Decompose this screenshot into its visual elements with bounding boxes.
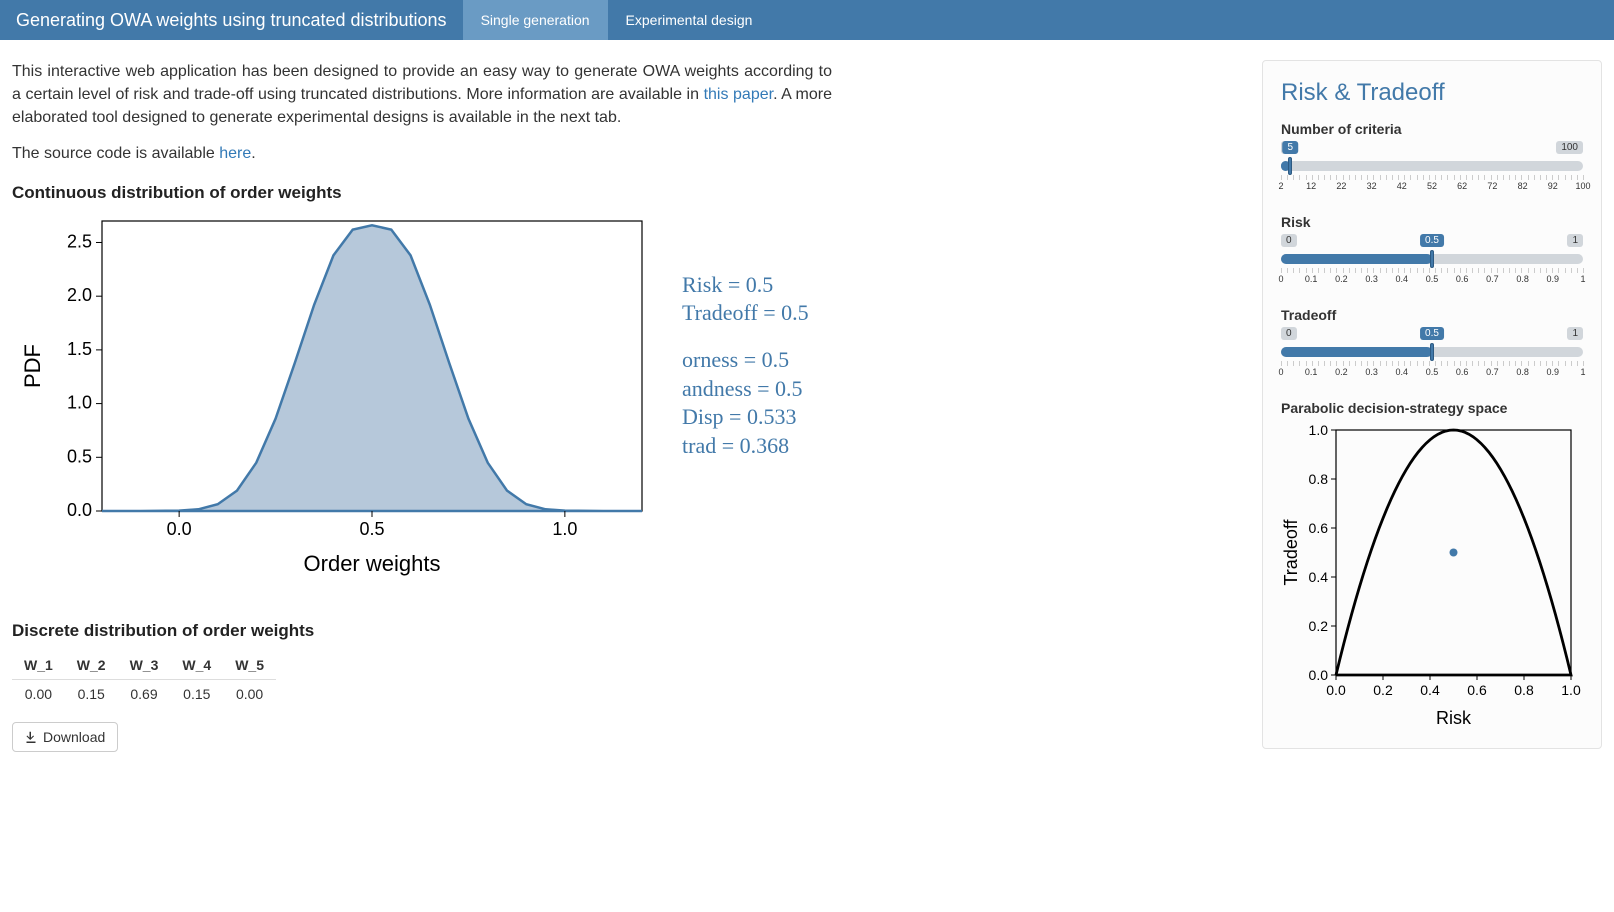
table-row: 0.000.150.690.150.00 xyxy=(12,679,276,708)
stat-orness: orness = 0.5 xyxy=(682,346,809,375)
intro-paragraph-1: This interactive web application has bee… xyxy=(12,60,832,130)
slider-tradeoff[interactable]: Tradeoff 010.500.10.20.30.40.50.60.70.80… xyxy=(1281,307,1583,382)
svg-text:0.6: 0.6 xyxy=(1467,682,1487,698)
svg-text:1.0: 1.0 xyxy=(1309,422,1329,438)
navbar: Generating OWA weights using truncated d… xyxy=(0,0,1614,40)
svg-text:1.0: 1.0 xyxy=(1561,682,1581,698)
svg-text:0.0: 0.0 xyxy=(167,519,192,539)
parabolic-plot: 0.0 0.2 0.4 0.6 0.8 1.0 0.0 0.2 0.4 0.6 0.8 1.0 Risk… xyxy=(1281,420,1583,730)
svg-text:Risk: Risk xyxy=(1436,708,1472,728)
app-title: Generating OWA weights using truncated d… xyxy=(0,10,463,31)
svg-text:PDF: PDF xyxy=(20,344,45,388)
svg-text:Order weights: Order weights xyxy=(304,551,441,576)
svg-text:2.5: 2.5 xyxy=(67,231,92,251)
stat-andness: andness = 0.5 xyxy=(682,375,809,404)
download-button[interactable]: Download xyxy=(12,722,118,752)
svg-text:1.0: 1.0 xyxy=(67,392,92,412)
stats-panel: Risk = 0.5 Tradeoff = 0.5 orness = 0.5 a… xyxy=(682,271,809,461)
slider-handle[interactable] xyxy=(1430,343,1434,361)
svg-text:0.0: 0.0 xyxy=(1309,667,1329,683)
intro-paragraph-2: The source code is available here. xyxy=(12,142,832,165)
nav-tabs: Single generation Experimental design xyxy=(463,0,771,40)
discrete-heading: Discrete distribution of order weights xyxy=(12,621,1102,641)
stat-tradeoff: Tradeoff = 0.5 xyxy=(682,299,809,328)
svg-text:0.5: 0.5 xyxy=(359,519,384,539)
slider-handle[interactable] xyxy=(1288,157,1292,175)
slider-risk[interactable]: Risk 010.500.10.20.30.40.50.60.70.80.91 xyxy=(1281,214,1583,289)
svg-text:0.4: 0.4 xyxy=(1309,569,1329,585)
sidebar-title: Risk & Tradeoff xyxy=(1281,79,1583,107)
sidebar-well: Risk & Tradeoff Number of criteria 21005… xyxy=(1262,60,1602,749)
svg-text:0.8: 0.8 xyxy=(1309,471,1329,487)
stat-disp: Disp = 0.533 xyxy=(682,403,809,432)
svg-text:0.4: 0.4 xyxy=(1420,682,1440,698)
svg-text:0.0: 0.0 xyxy=(67,500,92,520)
svg-text:0.8: 0.8 xyxy=(1514,682,1534,698)
continuous-heading: Continuous distribution of order weights xyxy=(12,183,1102,203)
download-icon xyxy=(25,731,37,743)
weights-table: W_1W_2W_3W_4W_5 0.000.150.690.150.00 xyxy=(12,651,276,708)
svg-text:0.6: 0.6 xyxy=(1309,520,1329,536)
source-link[interactable]: here xyxy=(219,145,251,162)
slider-handle[interactable] xyxy=(1430,250,1434,268)
svg-text:0.5: 0.5 xyxy=(67,446,92,466)
svg-text:0.2: 0.2 xyxy=(1373,682,1393,698)
slider-criteria[interactable]: Number of criteria 210052122232425262728… xyxy=(1281,121,1583,196)
tab-single-generation[interactable]: Single generation xyxy=(463,0,608,40)
pdf-plot: 0.0 0.5 1.0 1.5 2.0 2.5 0.0 0.5 1.0 Order weights… xyxy=(12,211,652,581)
svg-text:2.0: 2.0 xyxy=(67,285,92,305)
parabolic-heading: Parabolic decision-strategy space xyxy=(1281,400,1583,416)
svg-text:1.0: 1.0 xyxy=(552,519,577,539)
tab-experimental-design[interactable]: Experimental design xyxy=(608,0,771,40)
stat-risk: Risk = 0.5 xyxy=(682,271,809,300)
svg-text:Tradeoff: Tradeoff xyxy=(1281,518,1301,585)
stat-trad: trad = 0.368 xyxy=(682,432,809,461)
main-panel: This interactive web application has bee… xyxy=(12,60,1102,752)
svg-text:0.0: 0.0 xyxy=(1326,682,1346,698)
svg-text:0.2: 0.2 xyxy=(1309,618,1329,634)
paper-link[interactable]: this paper xyxy=(704,86,774,103)
svg-text:1.5: 1.5 xyxy=(67,339,92,359)
